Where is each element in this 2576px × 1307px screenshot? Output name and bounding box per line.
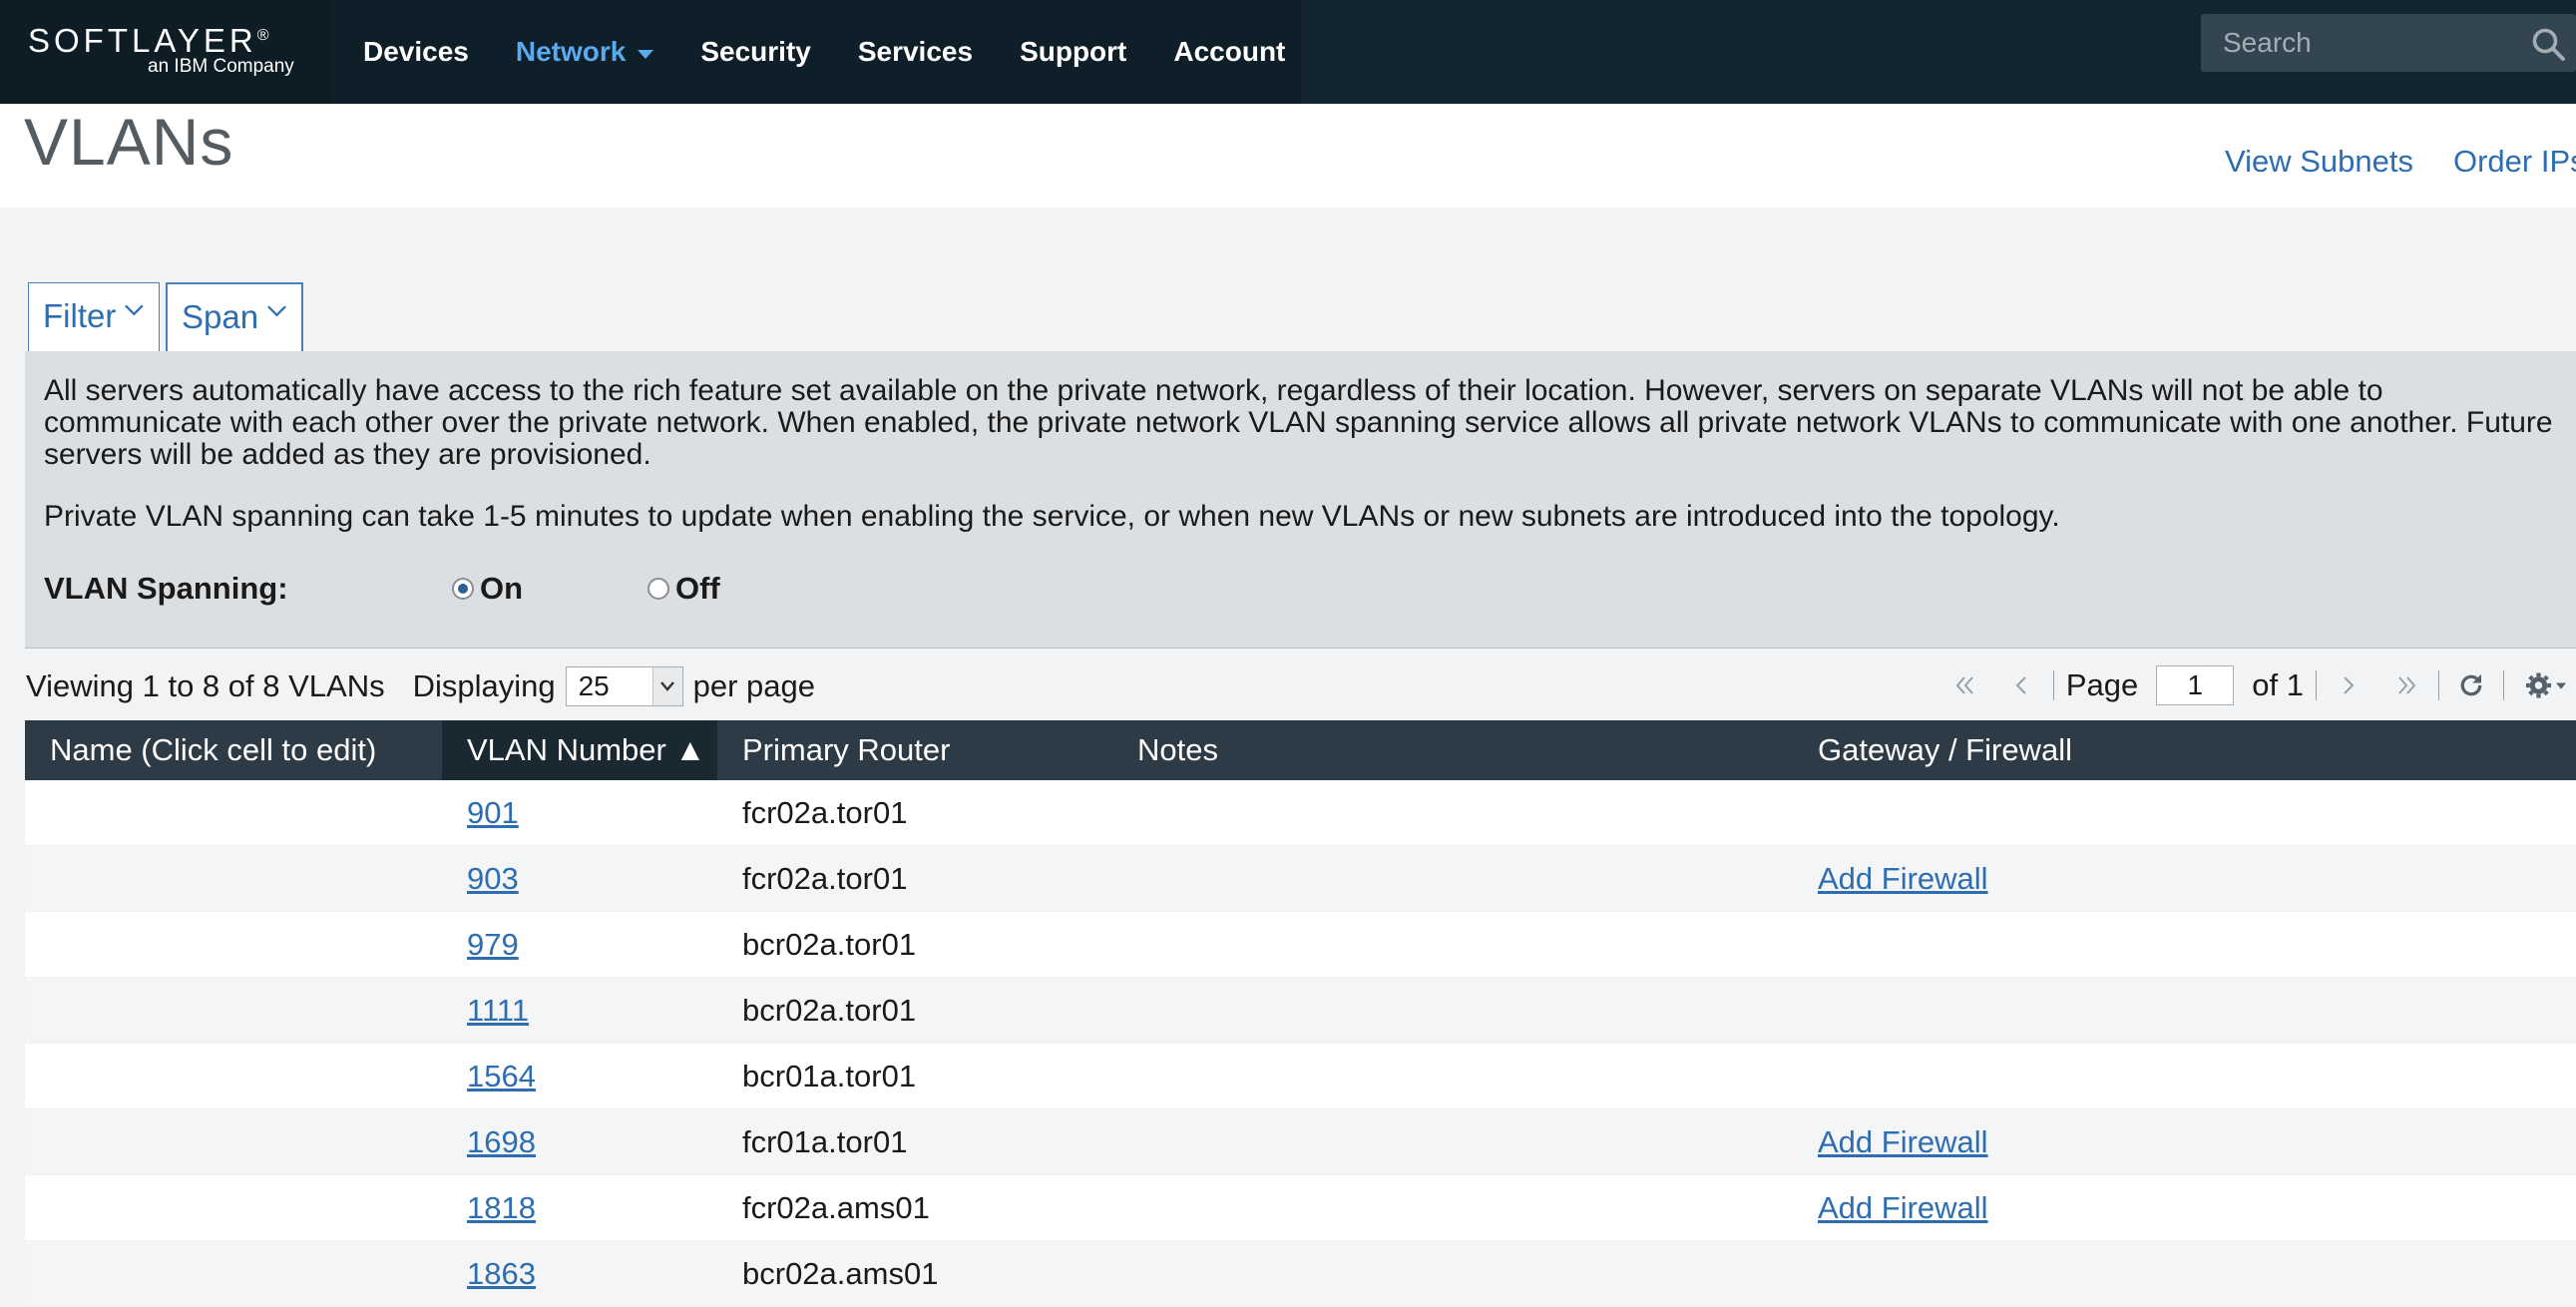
- vlan-number-link[interactable]: 1111: [467, 978, 529, 1044]
- column-notes[interactable]: Notes: [1112, 720, 1793, 780]
- search-icon[interactable]: [2530, 26, 2566, 62]
- refresh-icon[interactable]: [2451, 665, 2491, 705]
- vlan-number-link[interactable]: 901: [467, 780, 519, 846]
- spanning-off-option[interactable]: Off: [647, 571, 720, 607]
- view-subnets-link[interactable]: View Subnets: [2225, 144, 2413, 180]
- radio-off-label: Off: [675, 571, 720, 606]
- last-page-icon[interactable]: [2386, 665, 2426, 705]
- vlan-number-link[interactable]: 1698: [467, 1109, 536, 1175]
- chevron-down-icon: [638, 49, 654, 59]
- cell-primary-router: fcr02a.tor01: [742, 795, 908, 830]
- viewing-count: Viewing 1 to 8 of 8 VLANs: [26, 668, 385, 703]
- radio-on-label: On: [480, 571, 524, 606]
- order-ips-link[interactable]: Order IPs: [2453, 144, 2576, 180]
- spanning-on-option[interactable]: On: [452, 571, 523, 607]
- search-input[interactable]: [2201, 14, 2520, 72]
- cell-primary-router: bcr02a.tor01: [742, 993, 917, 1028]
- column-primary-router[interactable]: Primary Router: [717, 720, 1112, 780]
- column-vlan-number[interactable]: VLAN Number ▲: [442, 720, 717, 780]
- cell-primary-router: bcr02a.tor01: [742, 927, 917, 962]
- table-row: 1698 fcr01a.tor01 Add Firewall: [25, 1109, 2576, 1175]
- brand-subtitle: an IBM Company: [148, 56, 294, 77]
- table-row: 1863 bcr02a.ams01: [25, 1241, 2576, 1307]
- table-row: 979 bcr02a.tor01: [25, 912, 2576, 978]
- vlan-number-link[interactable]: 979: [467, 912, 519, 978]
- divider: [2052, 670, 2054, 700]
- radio-on[interactable]: [452, 578, 474, 600]
- tab-filter[interactable]: Filter: [28, 282, 160, 352]
- first-page-icon[interactable]: [1945, 665, 1985, 705]
- nav-devices[interactable]: Devices: [363, 36, 469, 68]
- spanning-note: Private VLAN spanning can take 1-5 minut…: [44, 500, 2060, 533]
- table-row: 901 fcr02a.tor01: [25, 780, 2576, 846]
- main-nav: Devices Network Security Services Suppor…: [331, 0, 1301, 104]
- table-row: 1111 bcr02a.tor01: [25, 978, 2576, 1044]
- chevron-down-icon: [267, 305, 286, 317]
- cell-primary-router: fcr02a.tor01: [742, 861, 908, 896]
- cell-primary-router: fcr01a.tor01: [742, 1124, 908, 1159]
- page-total: of 1: [2252, 667, 2304, 702]
- add-firewall-link[interactable]: Add Firewall: [1818, 846, 1988, 912]
- vlan-number-link[interactable]: 1564: [467, 1044, 536, 1109]
- vlan-number-link[interactable]: 1818: [467, 1175, 536, 1241]
- table-row: 1564 bcr01a.tor01: [25, 1044, 2576, 1109]
- cell-primary-router: bcr02a.ams01: [742, 1256, 939, 1291]
- chevron-down-icon: [125, 304, 144, 316]
- page-header: VLANs View Subnets Order IPs: [0, 104, 2576, 208]
- next-page-icon[interactable]: [2329, 665, 2368, 705]
- column-gateway-firewall[interactable]: Gateway / Firewall: [1793, 720, 2576, 780]
- radio-off[interactable]: [647, 578, 669, 600]
- search-box: [2201, 14, 2576, 72]
- brand-logo[interactable]: SOFTLAYER® an IBM Company: [0, 0, 331, 104]
- brand-name: SOFTLAYER®: [28, 22, 269, 59]
- nav-services[interactable]: Services: [858, 36, 973, 68]
- pager-summary: Viewing 1 to 8 of 8 VLANs Displaying 25 …: [26, 666, 815, 706]
- table-row: 903 fcr02a.tor01 Add Firewall: [25, 846, 2576, 912]
- vlan-number-link[interactable]: 1863: [467, 1241, 536, 1307]
- cell-primary-router: bcr01a.tor01: [742, 1059, 917, 1093]
- per-page-value: 25: [578, 670, 610, 701]
- tab-filter-label: Filter: [43, 297, 117, 334]
- nav-support[interactable]: Support: [1020, 36, 1126, 68]
- vlan-spanning-label: VLAN Spanning:: [44, 571, 288, 606]
- add-firewall-link[interactable]: Add Firewall: [1818, 1109, 1988, 1175]
- gear-icon[interactable]: [2516, 665, 2576, 705]
- page-label: Page: [2065, 667, 2139, 702]
- per-page-select[interactable]: 25: [565, 666, 683, 706]
- table-header: Name (Click cell to edit) VLAN Number ▲ …: [25, 720, 2576, 780]
- vlan-spanning-panel: All servers automatically have access to…: [25, 351, 2576, 649]
- column-name[interactable]: Name (Click cell to edit): [25, 720, 442, 780]
- nav-network-label: Network: [515, 36, 627, 67]
- page-number-input[interactable]: 1: [2156, 665, 2235, 705]
- table-row: 1818 fcr02a.ams01 Add Firewall: [25, 1175, 2576, 1241]
- nav-security[interactable]: Security: [700, 36, 811, 68]
- chevron-down-icon: [651, 667, 682, 705]
- tab-span[interactable]: Span: [166, 282, 303, 352]
- vlan-number-link[interactable]: 903: [467, 846, 519, 912]
- divider: [2316, 670, 2317, 700]
- divider: [2503, 670, 2504, 700]
- prev-page-icon[interactable]: [2001, 665, 2041, 705]
- vlan-table: Name (Click cell to edit) VLAN Number ▲ …: [25, 720, 2576, 1307]
- top-navigation-bar: SOFTLAYER® an IBM Company Devices Networ…: [0, 0, 2576, 104]
- spanning-description: All servers automatically have access to…: [44, 374, 2553, 471]
- divider: [2438, 670, 2439, 700]
- per-page-label: per page: [692, 668, 815, 703]
- cell-primary-router: fcr02a.ams01: [742, 1190, 930, 1225]
- nav-account[interactable]: Account: [1173, 36, 1285, 68]
- nav-network[interactable]: Network: [515, 36, 654, 68]
- add-firewall-link[interactable]: Add Firewall: [1818, 1175, 1988, 1241]
- table-body: 901 fcr02a.tor01 903 fcr02a.tor01 Add Firewa…: [25, 780, 2576, 1307]
- page-title: VLANs: [24, 105, 234, 179]
- tab-span-label: Span: [182, 298, 259, 335]
- displaying-label: Displaying: [412, 668, 556, 703]
- pager-controls: Page 1 of 1: [1945, 662, 2576, 708]
